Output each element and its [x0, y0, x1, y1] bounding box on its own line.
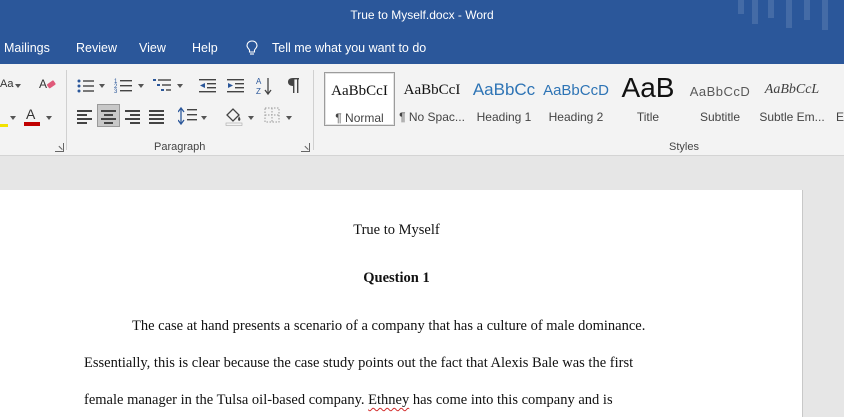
- tab-help[interactable]: Help: [192, 41, 218, 55]
- chevron-down-icon[interactable]: [46, 116, 52, 120]
- svg-text:A: A: [39, 77, 47, 91]
- svg-text:Z: Z: [256, 87, 261, 96]
- font-dialog-launcher-icon[interactable]: [55, 143, 64, 152]
- increase-indent-icon[interactable]: [227, 78, 245, 94]
- body-line: Essentially, this is clear because the c…: [84, 355, 634, 371]
- ribbon: Aa A A 1 2 3 A Z Paragraph AaBbCcI ¶ Nor…: [0, 64, 844, 156]
- svg-text:A: A: [26, 106, 36, 122]
- paragraph-dialog-launcher-icon[interactable]: [301, 143, 310, 152]
- highlight-icon[interactable]: [0, 108, 10, 128]
- body-line: female manager in the Tulsa oil-based co…: [84, 392, 613, 408]
- group-separator: [313, 70, 314, 150]
- align-right-button[interactable]: [125, 108, 141, 124]
- numbering-icon[interactable]: 1 2 3: [114, 77, 134, 95]
- document-heading: Question 1: [363, 270, 430, 286]
- window-title: True to Myself.docx - Word: [350, 8, 494, 22]
- svg-text:3: 3: [114, 89, 118, 95]
- align-left-button[interactable]: [77, 108, 93, 124]
- bullets-icon[interactable]: [77, 78, 95, 94]
- chevron-down-icon[interactable]: [138, 84, 144, 88]
- decrease-indent-icon[interactable]: [199, 78, 217, 94]
- show-formatting-marks-icon[interactable]: [287, 77, 301, 95]
- document-title: True to Myself: [353, 222, 440, 238]
- line-spacing-icon[interactable]: [178, 106, 198, 126]
- style-heading-1[interactable]: AaBbCc Heading 1: [471, 72, 537, 126]
- styles-group-label: Styles: [669, 141, 699, 153]
- shading-icon[interactable]: [224, 106, 244, 126]
- vertical-scroll-region[interactable]: [804, 157, 844, 417]
- borders-icon[interactable]: [264, 107, 280, 123]
- change-case-button[interactable]: Aa: [0, 78, 13, 90]
- chevron-down-icon[interactable]: [10, 116, 16, 120]
- tab-view[interactable]: View: [139, 41, 166, 55]
- sort-icon[interactable]: A Z: [256, 76, 272, 96]
- title-bar: True to Myself.docx - Word: [0, 0, 844, 32]
- style-emphasis-partial[interactable]: E: [832, 72, 844, 126]
- chevron-down-icon[interactable]: [201, 116, 207, 120]
- justify-button[interactable]: [149, 108, 165, 124]
- chevron-down-icon[interactable]: [248, 116, 254, 120]
- chevron-down-icon[interactable]: [99, 84, 105, 88]
- chevron-down-icon[interactable]: [286, 116, 292, 120]
- style-heading-2[interactable]: AaBbCcD Heading 2: [542, 72, 610, 126]
- style-subtle-emphasis[interactable]: AaBbCcL Subtle Em...: [758, 72, 826, 126]
- ribbon-tabs: Mailings Review View Help Tell me what y…: [0, 32, 844, 64]
- paragraph-group-label: Paragraph: [154, 141, 206, 153]
- style-title[interactable]: AaB Title: [614, 72, 682, 126]
- tell-me-search[interactable]: Tell me what you want to do: [272, 41, 426, 55]
- body-line: The case at hand presents a scenario of …: [132, 318, 646, 334]
- tab-review[interactable]: Review: [76, 41, 117, 55]
- style-subtitle[interactable]: AaBbCcD Subtitle: [686, 72, 754, 126]
- document-page[interactable]: True to Myself Question 1 The case at ha…: [0, 190, 803, 417]
- style-no-spacing[interactable]: AaBbCcI ¶ No Spac...: [397, 72, 467, 126]
- group-separator: [66, 70, 67, 150]
- tab-mailings[interactable]: Mailings: [4, 41, 50, 55]
- title-bar-pattern: [734, 0, 844, 32]
- multilevel-list-icon[interactable]: [153, 77, 173, 95]
- svg-text:A: A: [256, 77, 262, 86]
- chevron-down-icon[interactable]: [15, 84, 21, 88]
- lightbulb-icon[interactable]: [246, 40, 258, 56]
- clear-formatting-icon[interactable]: A: [38, 76, 56, 92]
- chevron-down-icon[interactable]: [177, 84, 183, 88]
- font-color-icon[interactable]: A: [23, 106, 41, 128]
- style-normal[interactable]: AaBbCcI ¶ Normal: [324, 72, 395, 126]
- align-center-button[interactable]: [97, 104, 120, 127]
- spelling-error-word[interactable]: Ethney: [368, 392, 409, 408]
